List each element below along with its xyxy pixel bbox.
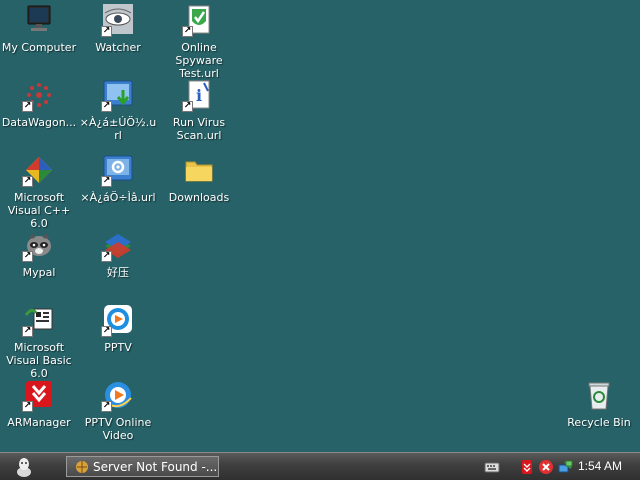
icon-label: ×À¿á±ÚÖ½.url — [79, 116, 157, 142]
desktop-icon-recycle-bin[interactable]: Recycle Bin — [559, 377, 639, 429]
icon-label: Downloads — [168, 191, 230, 204]
icon-label: ARManager — [7, 416, 71, 429]
archive-books-icon: ↗ — [101, 228, 135, 262]
download-monitor-icon: ↗ — [101, 78, 135, 112]
shortcut-arrow-icon: ↗ — [101, 251, 112, 262]
taskbar-window-button[interactable]: Server Not Found -... — [66, 456, 219, 477]
icon-label: Microsoft Visual Basic 6.0 — [6, 341, 72, 380]
desktop-icon-armanager[interactable]: ↗ ARManager — [0, 377, 79, 429]
shortcut-arrow-icon: ↗ — [101, 26, 112, 37]
icon-label: PPTV Online Video — [84, 416, 152, 442]
desktop-icon-haozip[interactable]: ↗ 好压 — [78, 227, 158, 279]
close-circle-icon[interactable] — [538, 459, 554, 475]
network-icon[interactable] — [557, 459, 573, 475]
shortcut-arrow-icon: ↗ — [101, 176, 112, 187]
pptv-icon: ↗ — [101, 303, 135, 337]
desktop-icon-run-virus-scan[interactable]: i ↗ Run Virus Scan.url — [159, 77, 239, 142]
visual-basic-icon: ↗ — [22, 303, 56, 337]
desktop-icon-download-url[interactable]: ↗ ×À¿á±ÚÖ½.url — [78, 77, 158, 142]
desktop-icon-datawagon[interactable]: ↗ DataWagon... — [0, 77, 79, 129]
desktop-icon-pptv[interactable]: ↗ PPTV — [78, 302, 158, 354]
virus-scan-icon: i ↗ — [182, 78, 216, 112]
desktop-icon-pptv-online[interactable]: ↗ PPTV Online Video — [78, 377, 158, 442]
desktop-icon-visual-basic[interactable]: ↗ Microsoft Visual Basic 6.0 — [0, 302, 79, 380]
shortcut-arrow-icon: ↗ — [22, 251, 33, 262]
watcher-icon: ↗ — [101, 3, 135, 37]
start-button[interactable] — [10, 455, 38, 479]
system-tray — [484, 457, 576, 477]
svg-text:i: i — [196, 86, 202, 105]
icon-label: Watcher — [95, 41, 141, 54]
icon-label: Online Spyware Test.url — [175, 41, 223, 80]
recycle-bin-icon — [582, 378, 616, 412]
desktop-icon-visual-cpp[interactable]: ↗ Microsoft Visual C++ 6.0 — [0, 152, 79, 230]
my-computer-icon — [22, 3, 56, 37]
shortcut-arrow-icon: ↗ — [22, 326, 33, 337]
shortcut-arrow-icon: ↗ — [101, 101, 112, 112]
clock[interactable]: 1:54 AM — [578, 459, 622, 473]
raccoon-icon: ↗ — [22, 228, 56, 262]
armanager-icon: ↗ — [22, 378, 56, 412]
desktop-icon-my-computer[interactable]: My Computer — [0, 2, 79, 54]
start-icon — [17, 458, 31, 477]
shortcut-arrow-icon: ↗ — [182, 101, 193, 112]
icon-label: Mypal — [22, 266, 56, 279]
shortcut-arrow-icon: ↗ — [101, 326, 112, 337]
icon-label: Recycle Bin — [567, 416, 631, 429]
keyboard-icon[interactable] — [484, 459, 500, 475]
shield-check-icon: ↗ — [182, 3, 216, 37]
visual-cpp-icon: ↗ — [22, 153, 56, 187]
shortcut-arrow-icon: ↗ — [101, 401, 112, 412]
shortcut-arrow-icon: ↗ — [22, 176, 33, 187]
icon-label: My Computer — [1, 41, 77, 54]
desktop-icon-watcher[interactable]: ↗ Watcher — [78, 2, 158, 54]
folder-icon — [182, 153, 216, 187]
desktop: My Computer ↗ DataWagon... ↗ Microsoft V… — [0, 0, 640, 452]
datawagon-icon: ↗ — [22, 78, 56, 112]
desktop-icon-downloads[interactable]: Downloads — [159, 152, 239, 204]
settings-monitor-icon: ↗ — [101, 153, 135, 187]
taskbar-window-label: Server Not Found -... — [93, 459, 218, 474]
icon-label: PPTV — [104, 341, 132, 354]
desktop-icon-mypal[interactable]: ↗ Mypal — [0, 227, 79, 279]
shortcut-arrow-icon: ↗ — [22, 401, 33, 412]
browser-window-icon — [76, 460, 88, 473]
icon-label: DataWagon... — [1, 116, 77, 129]
pptv-online-icon: ↗ — [101, 378, 135, 412]
shortcut-arrow-icon: ↗ — [22, 101, 33, 112]
desktop-icon-settings-url[interactable]: ↗ ×À¿áÖ÷Ìâ.url — [78, 152, 158, 204]
shortcut-arrow-icon: ↗ — [182, 26, 193, 37]
icon-label: ×À¿áÖ÷Ìâ.url — [80, 191, 156, 204]
icon-label: Microsoft Visual C++ 6.0 — [7, 191, 71, 230]
desktop-icon-online-spyware-test[interactable]: ↗ Online Spyware Test.url — [159, 2, 239, 80]
taskbar: Server Not Found -... 1:54 AM — [0, 452, 640, 480]
icon-label: Run Virus Scan.url — [172, 116, 226, 142]
icon-label: 好压 — [107, 266, 129, 279]
antivirus-icon[interactable] — [519, 459, 535, 475]
